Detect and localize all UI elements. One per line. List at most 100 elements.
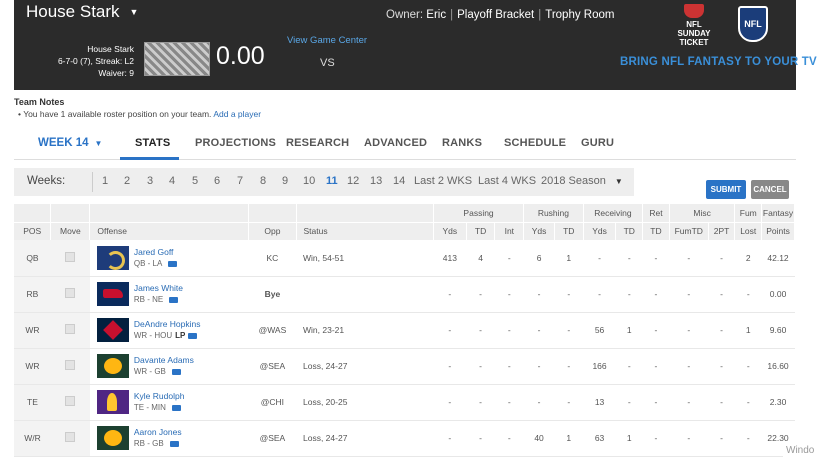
move-checkbox[interactable] [65, 324, 76, 334]
playoff-bracket-link[interactable]: Playoff Bracket [457, 9, 534, 21]
tab-stats[interactable]: STATS [135, 137, 170, 149]
stat-cell: - [642, 312, 670, 349]
col-fumtd[interactable]: FumTD [669, 222, 709, 240]
col-fum-lost[interactable]: Lost [734, 222, 763, 240]
col-2pt[interactable]: 2PT [708, 222, 736, 240]
move-checkbox-cell [50, 276, 90, 313]
move-checkbox[interactable] [65, 288, 76, 298]
fantasy-points[interactable]: 2.30 [761, 384, 795, 421]
col-points[interactable]: Points [761, 222, 795, 240]
fantasy-points[interactable]: 42.12 [761, 240, 795, 277]
move-checkbox-cell [50, 240, 90, 277]
stat-cell: - [494, 312, 524, 349]
table-row: WR Davante Adams WR - GB @SEA Loss, 24-27- - -… [14, 348, 795, 385]
stat-cell: 1 [615, 420, 643, 457]
stat-cell: - [554, 384, 584, 421]
player-name-link[interactable]: Aaron Jones [134, 427, 182, 438]
video-icon[interactable] [169, 296, 179, 303]
week-link-8[interactable]: 8 [260, 175, 266, 187]
team-logo-icon [96, 426, 129, 450]
move-checkbox[interactable] [65, 251, 76, 262]
tab-projections[interactable]: PROJECTIONS [195, 137, 276, 149]
fantasy-points[interactable]: 16.60 [761, 348, 795, 385]
week-link-10[interactable]: 10 [303, 175, 315, 187]
col-ret-td[interactable]: TD [642, 222, 670, 240]
stat-cell: - [433, 420, 467, 457]
last-2-wks-link[interactable]: Last 2 WKS [414, 175, 472, 187]
tab-advanced[interactable]: ADVANCED [364, 137, 427, 149]
stat-cell: - [669, 420, 709, 457]
week-link-9[interactable]: 9 [282, 175, 288, 187]
week-link-2[interactable]: 2 [124, 175, 130, 187]
team-selector[interactable]: House Stark ▼ [26, 2, 138, 22]
col-rec-yds[interactable]: Yds [583, 222, 617, 240]
week-link-3[interactable]: 3 [147, 175, 153, 187]
move-checkbox[interactable] [65, 360, 76, 370]
caret-down-icon: ▼ [94, 139, 103, 148]
player-name-link[interactable]: Jared Goff [134, 247, 177, 258]
tab-schedule[interactable]: SCHEDULE [504, 137, 566, 149]
stat-cell: 1 [554, 240, 584, 277]
player-name-link[interactable]: Davante Adams [134, 355, 194, 366]
week-selector[interactable]: WEEK 14 ▼ [38, 137, 102, 149]
player-name-link[interactable]: DeAndre Hopkins [134, 319, 201, 330]
owner-link[interactable]: Eric [426, 9, 446, 21]
submit-button[interactable]: SUBMIT [706, 180, 746, 199]
add-player-link[interactable]: Add a player [213, 109, 261, 119]
move-checkbox[interactable] [65, 396, 76, 406]
week-link-12[interactable]: 12 [347, 175, 359, 187]
table-row: WR DeAndre Hopkins WR - HOU LP @WAS Win, 23-2… [14, 312, 795, 349]
cancel-button[interactable]: CANCEL [751, 180, 789, 199]
stat-cell: - [494, 276, 524, 313]
col-pass-td[interactable]: TD [466, 222, 496, 240]
tab-guru[interactable]: GURU [581, 137, 614, 149]
video-icon[interactable] [168, 260, 178, 267]
col-pass-yds[interactable]: Yds [433, 222, 467, 240]
week-link-6[interactable]: 6 [214, 175, 220, 187]
stat-cell: 13 [583, 384, 616, 421]
stat-cell: - [615, 348, 643, 385]
player-name-link[interactable]: Kyle Rudolph [134, 391, 185, 402]
stat-cell: - [554, 348, 584, 385]
group-rushing: Rushing [523, 204, 584, 223]
stat-cell: 4 [466, 240, 495, 277]
video-icon[interactable] [188, 332, 198, 339]
player-name-link[interactable]: James White [134, 283, 183, 294]
view-game-center-link[interactable]: View Game Center [287, 35, 367, 46]
week-link-4[interactable]: 4 [169, 175, 175, 187]
stat-cell: - [466, 312, 495, 349]
video-icon[interactable] [171, 404, 181, 411]
tab-ranks[interactable]: RANKS [442, 137, 482, 149]
video-icon[interactable] [171, 368, 181, 375]
stat-cell: - [642, 240, 670, 277]
col-pos[interactable]: POS [14, 222, 52, 240]
col-rush-yds[interactable]: Yds [523, 222, 555, 240]
video-icon[interactable] [169, 440, 179, 447]
move-checkbox-cell [50, 420, 90, 457]
week-link-11[interactable]: 11 [326, 175, 338, 187]
week-link-1[interactable]: 1 [102, 175, 108, 187]
nfl-logo[interactable]: NFL [738, 6, 768, 42]
col-rec-td[interactable]: TD [615, 222, 644, 240]
table-row: W/R Aaron Jones RB - GB @SEA Loss, 24-27- - -4… [14, 420, 795, 457]
tab-research[interactable]: RESEARCH [286, 137, 349, 149]
stat-cell: 40 [523, 420, 555, 457]
move-checkbox[interactable] [65, 432, 76, 442]
week-link-5[interactable]: 5 [192, 175, 198, 187]
fantasy-points[interactable]: 0.00 [761, 276, 795, 313]
player-team: TE - MIN [133, 403, 166, 412]
week-link-14[interactable]: 14 [393, 175, 405, 187]
sunday-ticket-logo[interactable]: NFL SUNDAY TICKET [665, 4, 723, 47]
week-link-13[interactable]: 13 [370, 175, 382, 187]
col-pass-int[interactable]: Int [494, 222, 525, 240]
fantasy-points[interactable]: 9.60 [761, 312, 795, 349]
stat-cell: - [708, 420, 735, 457]
bring-nfl-fantasy-link[interactable]: BRING NFL FANTASY TO YOUR TV › [620, 56, 819, 68]
col-rush-td[interactable]: TD [554, 222, 584, 240]
trophy-room-link[interactable]: Trophy Room [545, 9, 614, 21]
last-4-wks-link[interactable]: Last 4 WKS [478, 175, 536, 187]
season-selector[interactable]: 2018 Season ▼ [541, 175, 623, 187]
stat-cell: - [669, 348, 709, 385]
stat-cell: - [734, 384, 762, 421]
week-link-7[interactable]: 7 [237, 175, 243, 187]
